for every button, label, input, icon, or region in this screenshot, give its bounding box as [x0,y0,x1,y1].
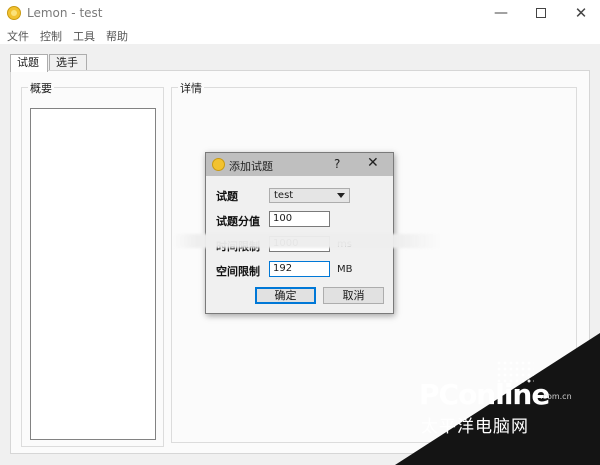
tab-contestants[interactable]: 选手 [49,54,87,71]
lemon-icon [212,158,225,171]
overview-list[interactable] [30,108,156,440]
dialog-title: 添加试题 [229,160,273,173]
memory-limit-unit: MB [337,264,353,275]
minimize-button[interactable]: — [484,0,518,26]
cancel-button[interactable]: 取消 [323,287,384,304]
menu-tools[interactable]: 工具 [73,28,95,44]
task-label: 试题 [216,190,238,203]
menu-help[interactable]: 帮助 [106,28,128,44]
close-window-button[interactable]: ✕ [564,0,598,26]
chevron-down-icon [337,193,345,198]
help-button[interactable]: ? [334,157,340,171]
add-task-dialog: 添加试题 ? ✕ 试题 test 试题分值 100 时间限制 1000 ms 空… [205,152,394,314]
ok-button[interactable]: 确定 [255,287,316,304]
menu-control[interactable]: 控制 [40,28,62,44]
dialog-titlebar: 添加试题 ? ✕ [206,153,393,176]
overview-title: 概要 [28,80,54,96]
memory-limit-input[interactable]: 192 [269,261,330,277]
blur-overlay [174,234,440,248]
window-titlebar: Lemon - test — ✕ [0,0,600,26]
menubar: 文件 控制 工具 帮助 [0,26,600,44]
lemon-icon [7,6,21,20]
details-title: 详情 [178,80,204,96]
task-select-value: test [274,190,294,201]
memory-limit-label: 空间限制 [216,265,260,278]
watermark-logo: PConline [419,378,550,411]
maximize-icon [536,8,546,18]
score-label: 试题分值 [216,215,260,228]
tab-tasks[interactable]: 试题 [10,54,48,72]
menu-file[interactable]: 文件 [7,28,29,44]
score-input[interactable]: 100 [269,211,330,227]
overview-group: 概要 [21,80,164,447]
watermark-tagline: 太平洋电脑网 [421,417,529,437]
window-title: Lemon - test [27,6,103,20]
watermark-domain: .com.cn [540,392,572,401]
maximize-button[interactable] [524,0,558,26]
task-select[interactable]: test [269,188,350,203]
close-dialog-button[interactable]: ✕ [367,155,379,171]
